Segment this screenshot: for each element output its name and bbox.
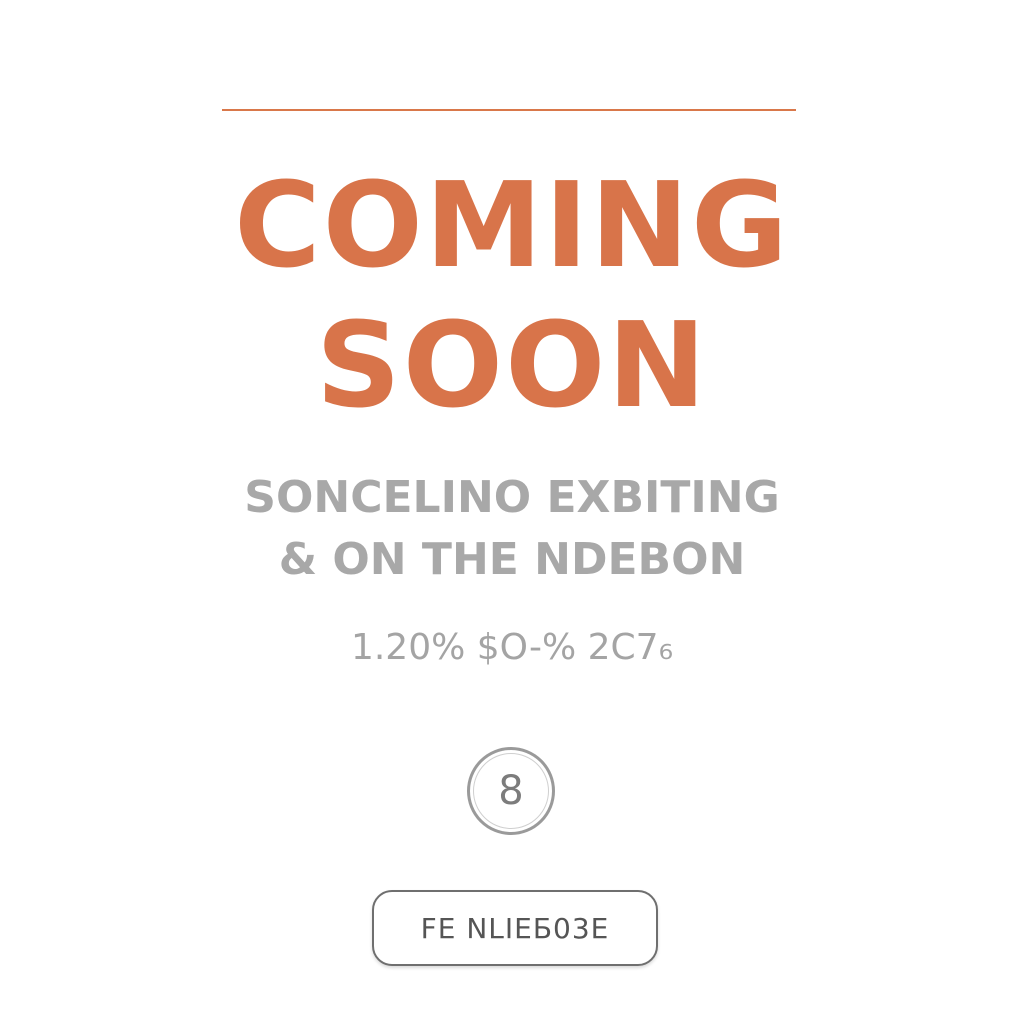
cta-button[interactable]: FE NLIEБ03E [372, 890, 658, 966]
headline-line-1: COMING [234, 156, 790, 294]
headline-line-2: SOON [315, 296, 709, 434]
top-divider [222, 109, 796, 111]
subheadline-line-2: & ON THE NDEBON [278, 534, 746, 585]
subheadline-line-1: SONCELINO EXBITING [244, 472, 780, 523]
number-badge: 8 [467, 747, 555, 835]
stats-text: 1.20% $O-% 2C7₆ [350, 627, 674, 668]
